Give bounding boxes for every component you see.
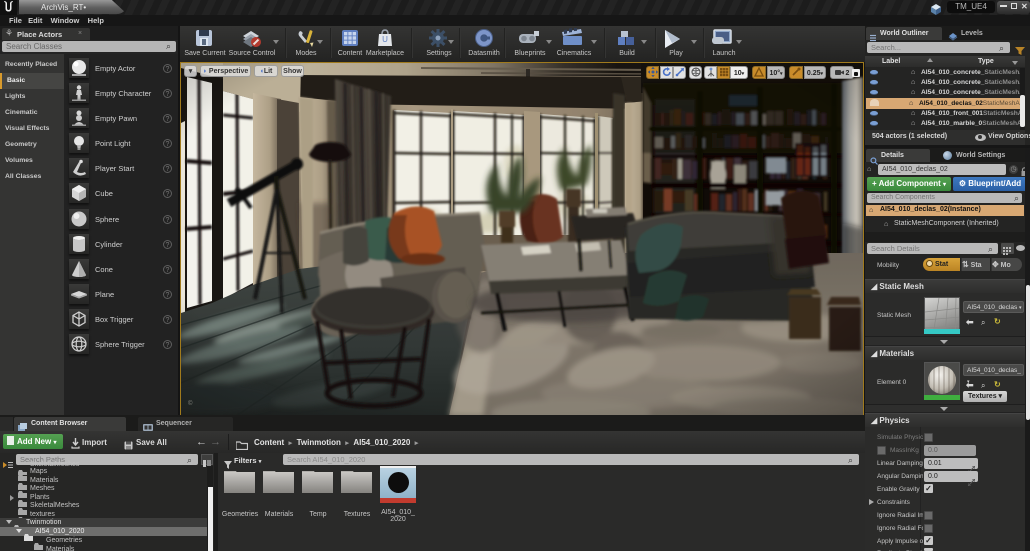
svg-text:U: U: [382, 35, 388, 44]
